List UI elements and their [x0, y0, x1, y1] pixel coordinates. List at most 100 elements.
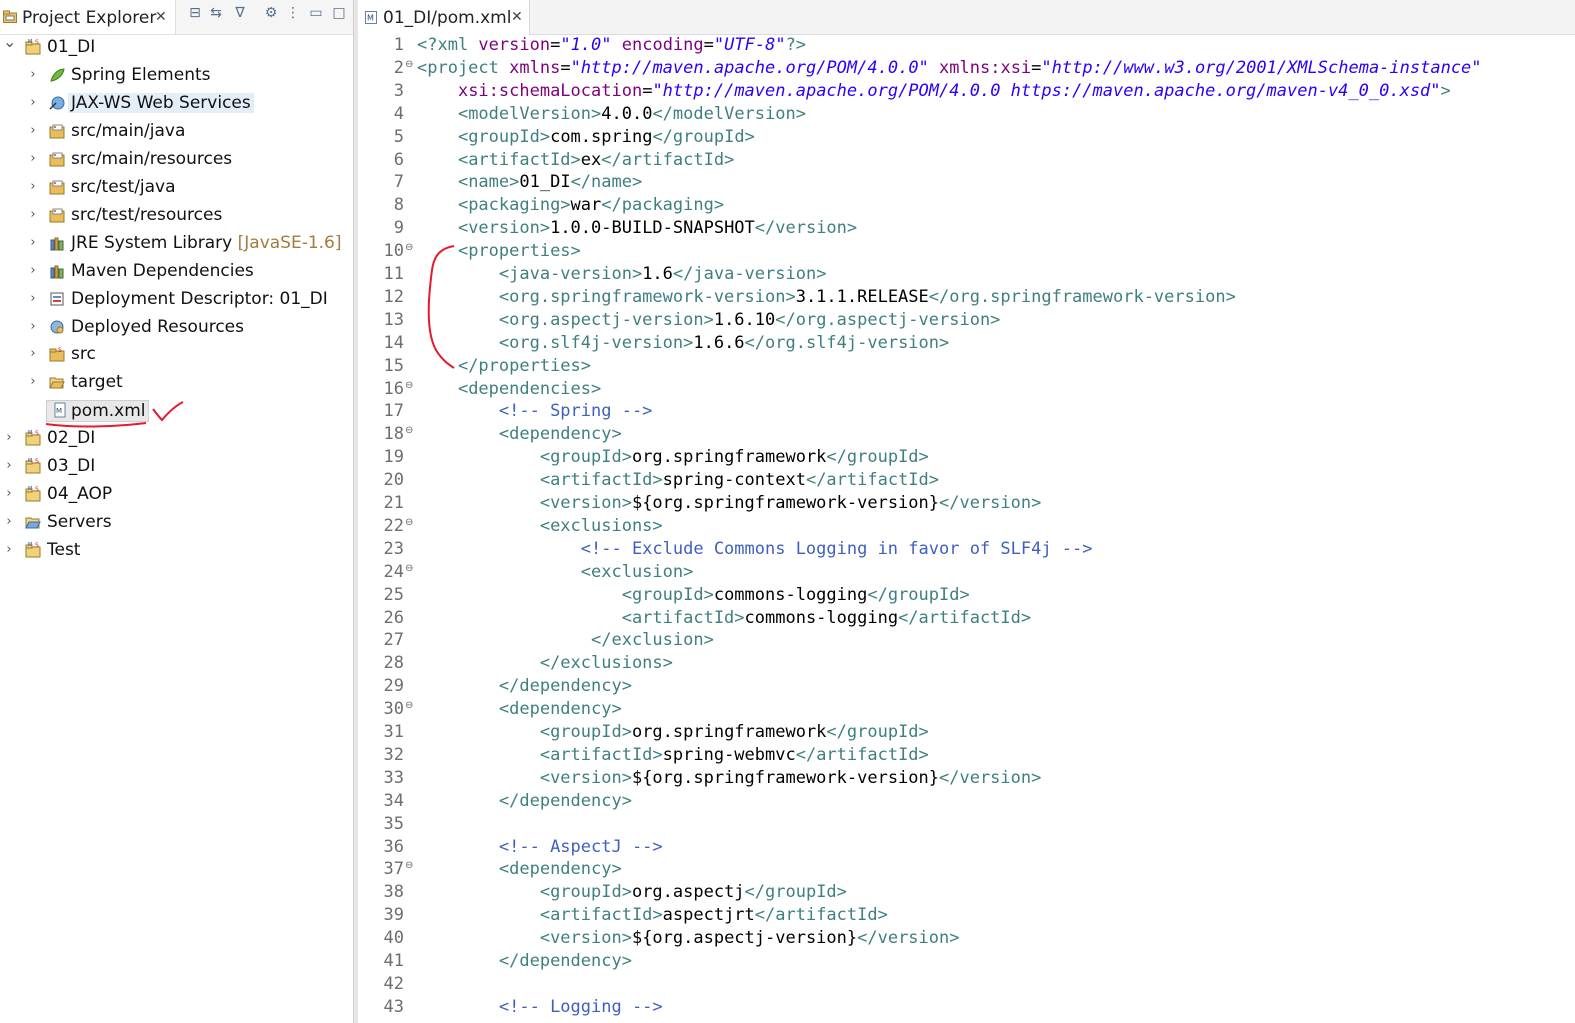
fold-toggle-icon[interactable]: ⊖ — [405, 426, 414, 436]
tree-item-src-test-java[interactable]: › src/test/java — [0, 174, 353, 202]
code-line[interactable]: 31 <groupId>org.springframework</groupId… — [358, 721, 1575, 744]
collapse-all-button[interactable]: ⊟ — [186, 4, 204, 22]
chevron-down-icon[interactable]: ⌄ — [3, 34, 16, 50]
editor-tab-pom-xml[interactable]: M 01_DI/pom.xml ✕ — [358, 0, 530, 35]
code-line[interactable]: 11 <java-version>1.6</java-version> — [358, 263, 1575, 286]
tree-item-jre-system-library[interactable]: › JRE System Library [JavaSE-1.6] — [0, 230, 353, 258]
fold-toggle-icon[interactable]: ⊖ — [405, 59, 414, 69]
xml-source-editor[interactable]: 1 <?xml version="1.0" encoding="UTF-8"?> 2… — [358, 34, 1575, 1023]
chevron-right-icon[interactable]: › — [3, 542, 15, 558]
code-line[interactable]: 9 <version>1.0.0-BUILD-SNAPSHOT</version… — [358, 217, 1575, 240]
code-line[interactable]: 2 ⊖ <project xmlns="http://maven.apache.or… — [358, 57, 1575, 80]
tree-item-src[interactable]: › Ssrc — [0, 341, 353, 369]
tree-item-deployed-resources[interactable]: › Deployed Resources — [0, 314, 353, 342]
code-line[interactable]: 37 ⊖ <dependency> — [358, 858, 1575, 881]
project-explorer-tab[interactable]: Project Explorer ✕ — [0, 0, 176, 34]
code-line[interactable]: 29 </dependency> — [358, 675, 1575, 698]
tree-item-jax-ws-web-services[interactable]: › JAX-WS Web Services — [0, 90, 353, 118]
tree-item-03-di[interactable]: › M S 03_DI — [0, 453, 353, 481]
tree-item-servers[interactable]: › Servers — [0, 509, 353, 537]
code-line[interactable]: 10 ⊖ <properties> — [358, 240, 1575, 263]
code-line[interactable]: 26 <artifactId>commons-logging</artifact… — [358, 607, 1575, 630]
code-line[interactable]: 40 <version>${org.aspectj-version}</vers… — [358, 927, 1575, 950]
code-line[interactable]: 22 ⊖ <exclusions> — [358, 515, 1575, 538]
chevron-right-icon[interactable]: › — [27, 95, 39, 111]
chevron-right-icon[interactable]: › — [3, 430, 15, 446]
chevron-right-icon[interactable]: › — [27, 179, 39, 195]
fold-toggle-icon[interactable]: ⊖ — [405, 701, 414, 711]
code-line[interactable]: 39 <artifactId>aspectjrt</artifactId> — [358, 904, 1575, 927]
code-line[interactable]: 42 — [358, 973, 1575, 996]
chevron-right-icon[interactable]: › — [27, 123, 39, 139]
tree-item-maven-dependencies[interactable]: › Maven Dependencies — [0, 258, 353, 286]
chevron-right-icon[interactable]: › — [3, 486, 15, 502]
code-line[interactable]: 6 <artifactId>ex</artifactId> — [358, 149, 1575, 172]
code-line[interactable]: 25 <groupId>commons-logging</groupId> — [358, 584, 1575, 607]
view-menu-button[interactable]: ⋮ — [284, 4, 302, 22]
code-line[interactable]: 13 <org.aspectj-version>1.6.10</org.aspe… — [358, 309, 1575, 332]
code-line[interactable]: 34 </dependency> — [358, 790, 1575, 813]
code-line[interactable]: 16 ⊖ <dependencies> — [358, 378, 1575, 401]
chevron-right-icon[interactable]: › — [27, 151, 39, 167]
code-line[interactable]: 43 <!-- Logging --> — [358, 996, 1575, 1019]
code-line[interactable]: 8 <packaging>war</packaging> — [358, 194, 1575, 217]
chevron-right-icon[interactable]: › — [27, 374, 39, 390]
code-line[interactable]: 28 </exclusions> — [358, 652, 1575, 675]
code-line[interactable]: 18 ⊖ <dependency> — [358, 423, 1575, 446]
tree-item-src-main-resources[interactable]: › src/main/resources — [0, 146, 353, 174]
code-line[interactable]: 24 ⊖ <exclusion> — [358, 561, 1575, 584]
tree-item-test[interactable]: › M S Test — [0, 537, 353, 565]
fold-toggle-icon[interactable]: ⊖ — [405, 861, 414, 871]
link-with-editor-button[interactable]: ⇆ — [207, 4, 225, 22]
tree-item-target[interactable]: › target — [0, 369, 353, 397]
chevron-right-icon[interactable]: › — [27, 235, 39, 251]
tree-item-pom-xml[interactable]: Mpom.xml — [0, 397, 353, 425]
close-icon[interactable]: ✕ — [155, 9, 167, 25]
code-line[interactable]: 4 <modelVersion>4.0.0</modelVersion> — [358, 103, 1575, 126]
chevron-right-icon[interactable]: › — [27, 291, 39, 307]
chevron-right-icon[interactable]: › — [27, 319, 39, 335]
chevron-right-icon[interactable]: › — [27, 346, 39, 362]
chevron-right-icon[interactable]: › — [3, 514, 15, 530]
tree-item-src-test-resources[interactable]: › src/test/resources — [0, 202, 353, 230]
code-line[interactable]: 23 <!-- Exclude Commons Logging in favor… — [358, 538, 1575, 561]
code-line[interactable]: 1 <?xml version="1.0" encoding="UTF-8"?> — [358, 34, 1575, 57]
code-line[interactable]: 20 <artifactId>spring-context</artifactI… — [358, 469, 1575, 492]
code-line[interactable]: 38 <groupId>org.aspectj</groupId> — [358, 881, 1575, 904]
tree-item-src-main-java[interactable]: › src/main/java — [0, 118, 353, 146]
code-line[interactable]: 21 <version>${org.springframework-versio… — [358, 492, 1575, 515]
fold-toggle-icon[interactable]: ⊖ — [405, 243, 414, 253]
chevron-right-icon[interactable]: › — [27, 67, 39, 83]
tree-item-04-aop[interactable]: › M S 04_AOP — [0, 481, 353, 509]
tree-item-spring-elements[interactable]: › Spring Elements — [0, 62, 353, 90]
filter-button[interactable]: ∇ — [231, 4, 249, 22]
minimize-button[interactable]: ▭ — [307, 4, 325, 22]
chevron-right-icon[interactable]: › — [27, 263, 39, 279]
fold-toggle-icon[interactable]: ⊖ — [405, 517, 414, 527]
code-line[interactable]: 27 </exclusion> — [358, 629, 1575, 652]
tree-item-02-di[interactable]: › M S 02_DI — [0, 425, 353, 453]
view-settings-button[interactable]: ⚙ — [262, 4, 280, 22]
tree-item-01-di[interactable]: ⌄ M S 01_DI — [0, 34, 353, 62]
code-line[interactable]: 14 <org.slf4j-version>1.6.6</org.slf4j-v… — [358, 332, 1575, 355]
code-line[interactable]: 5 <groupId>com.spring</groupId> — [358, 126, 1575, 149]
maximize-button[interactable]: □ — [330, 4, 348, 22]
code-line[interactable]: 7 <name>01_DI</name> — [358, 171, 1575, 194]
chevron-right-icon[interactable]: › — [3, 458, 15, 474]
code-line[interactable]: 41 </dependency> — [358, 950, 1575, 973]
code-line[interactable]: 32 <artifactId>spring-webmvc</artifactId… — [358, 744, 1575, 767]
fold-toggle-icon[interactable]: ⊖ — [405, 380, 414, 390]
code-line[interactable]: 15 </properties> — [358, 355, 1575, 378]
chevron-right-icon[interactable]: › — [27, 207, 39, 223]
close-icon[interactable]: ✕ — [511, 9, 523, 25]
code-line[interactable]: 19 <groupId>org.springframework</groupId… — [358, 446, 1575, 469]
fold-toggle-icon[interactable]: ⊖ — [405, 563, 414, 573]
code-line[interactable]: 36 <!-- AspectJ --> — [358, 836, 1575, 859]
code-line[interactable]: 35 — [358, 813, 1575, 836]
tree-item-deployment-descriptor-01-di[interactable]: › Deployment Descriptor: 01_DI — [0, 286, 353, 314]
code-line[interactable]: 3 xsi:schemaLocation="http://maven.apach… — [358, 80, 1575, 103]
code-line[interactable]: 12 <org.springframework-version>3.1.1.RE… — [358, 286, 1575, 309]
code-line[interactable]: 33 <version>${org.springframework-versio… — [358, 767, 1575, 790]
code-line[interactable]: 17 <!-- Spring --> — [358, 400, 1575, 423]
code-line[interactable]: 30 ⊖ <dependency> — [358, 698, 1575, 721]
